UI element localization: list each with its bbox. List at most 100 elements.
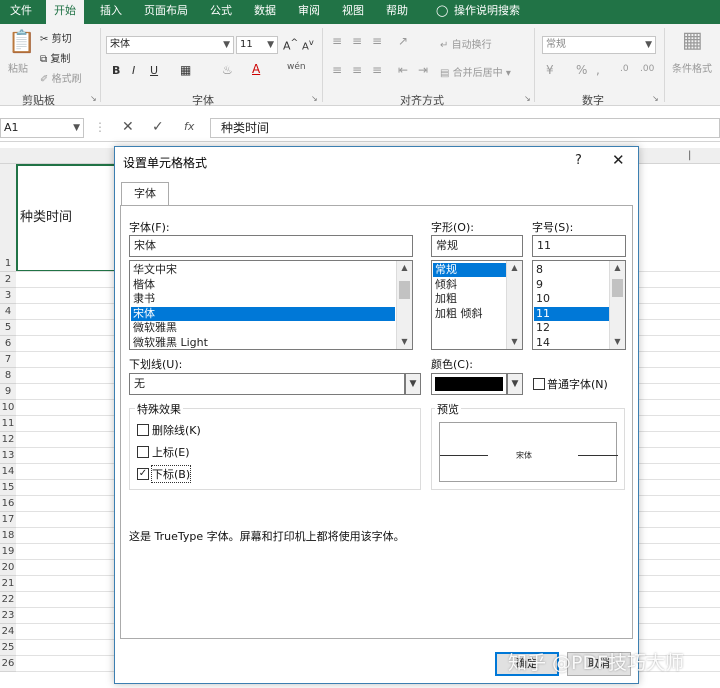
list-item[interactable]: 隶书 <box>131 292 395 306</box>
row-header[interactable]: 9 <box>0 384 16 400</box>
subscript-checkbox[interactable]: ✓ <box>137 468 149 480</box>
row-header[interactable]: 2 <box>0 272 16 288</box>
align-left-icon[interactable]: ≡ <box>332 63 342 77</box>
border-icon[interactable]: ▦ <box>180 63 191 77</box>
cell-a1[interactable]: 种类时间 <box>16 164 116 272</box>
row-header[interactable]: 14 <box>0 464 16 480</box>
comma-icon[interactable]: , <box>596 63 600 77</box>
fill-color-icon[interactable]: ♨ <box>222 63 233 77</box>
paste-button[interactable]: 粘贴 <box>8 60 28 75</box>
indent-increase-icon[interactable]: ⇥ <box>418 63 428 77</box>
percent-icon[interactable]: % <box>576 63 587 77</box>
number-launcher-icon[interactable]: ↘ <box>652 94 659 103</box>
color-select[interactable] <box>431 373 507 395</box>
copy-button[interactable]: ⧉ 复制 <box>40 50 70 65</box>
font-style-list[interactable]: 常规 倾斜 加粗 加粗 倾斜 ▲ ▼ <box>431 260 523 350</box>
font-color-icon[interactable]: A <box>252 62 260 76</box>
formula-input[interactable]: 种类时间 <box>210 118 720 138</box>
insert-function-icon[interactable]: fx <box>184 120 194 133</box>
tab-page-layout[interactable]: 页面布局 <box>136 0 196 24</box>
tab-help[interactable]: 帮助 <box>378 0 416 24</box>
row-header[interactable]: 16 <box>0 496 16 512</box>
name-box[interactable]: A1 ▼ <box>0 118 84 138</box>
tab-font[interactable]: 字体 <box>121 182 169 206</box>
row-header[interactable]: 18 <box>0 528 16 544</box>
scroll-up-icon[interactable]: ▲ <box>507 261 522 275</box>
row-header[interactable]: 15 <box>0 480 16 496</box>
underline-select[interactable]: 无 <box>129 373 405 395</box>
tab-insert[interactable]: 插入 <box>92 0 130 24</box>
font-name-field[interactable]: 宋体 <box>129 235 413 257</box>
list-item[interactable]: 微软雅黑 Light <box>131 336 395 349</box>
list-item[interactable]: 10 <box>534 292 610 306</box>
align-right-icon[interactable]: ≡ <box>372 63 382 77</box>
font-size-list[interactable]: 8 9 10 11 12 14 ▲ ▼ <box>532 260 626 350</box>
list-item[interactable]: 11 <box>534 306 610 321</box>
indent-decrease-icon[interactable]: ⇤ <box>398 63 408 77</box>
tell-me-search[interactable]: 操作说明搜索 <box>446 0 528 24</box>
row-header[interactable]: 3 <box>0 288 16 304</box>
paste-icon[interactable]: 📋 <box>8 30 35 55</box>
align-bottom-icon[interactable]: ≡ <box>372 34 382 48</box>
style-list-scrollbar[interactable]: ▲ ▼ <box>506 261 522 349</box>
list-item[interactable]: 微软雅黑 <box>131 321 395 335</box>
tab-formulas[interactable]: 公式 <box>202 0 240 24</box>
merge-center-button[interactable]: ▤ 合并后居中 ▾ <box>440 64 511 79</box>
cut-button[interactable]: ✂ 剪切 <box>40 30 72 45</box>
tab-home[interactable]: 开始 <box>46 0 84 24</box>
row-header[interactable]: 25 <box>0 640 16 656</box>
row-header[interactable]: 8 <box>0 368 16 384</box>
font-name-combo[interactable]: 宋体 ▼ <box>106 36 234 54</box>
number-format-combo[interactable]: 常规 ▼ <box>542 36 656 54</box>
scroll-down-icon[interactable]: ▼ <box>397 335 412 349</box>
confirm-entry-icon[interactable]: ✓ <box>152 119 164 135</box>
wrap-text-button[interactable]: ↵ 自动换行 <box>440 36 492 51</box>
scroll-thumb[interactable] <box>399 281 410 299</box>
scroll-down-icon[interactable]: ▼ <box>507 335 522 349</box>
row-header[interactable]: 22 <box>0 592 16 608</box>
bold-button[interactable]: B <box>112 64 120 77</box>
phonetic-icon[interactable]: wén <box>287 62 306 72</box>
row-header[interactable]: 20 <box>0 560 16 576</box>
row-header[interactable]: 10 <box>0 400 16 416</box>
row-header[interactable]: 6 <box>0 336 16 352</box>
row-header[interactable]: 13 <box>0 448 16 464</box>
decrease-decimal-icon[interactable]: .00 <box>640 64 654 74</box>
font-size-field[interactable]: 11 <box>532 235 626 257</box>
clipboard-launcher-icon[interactable]: ↘ <box>90 94 97 103</box>
row-header[interactable]: 23 <box>0 608 16 624</box>
chevron-down-icon[interactable]: ▼ <box>405 373 421 395</box>
list-item[interactable]: 加粗 倾斜 <box>433 307 507 321</box>
alignment-launcher-icon[interactable]: ↘ <box>524 94 531 103</box>
list-item[interactable]: 9 <box>534 278 610 292</box>
currency-icon[interactable]: ¥ <box>546 63 554 77</box>
font-list-scrollbar[interactable]: ▲ ▼ <box>396 261 412 349</box>
font-list[interactable]: 华文中宋 楷体 隶书 宋体 微软雅黑 微软雅黑 Light ▲ ▼ <box>129 260 413 350</box>
row-header[interactable]: 1 <box>0 164 16 272</box>
row-header[interactable]: 26 <box>0 656 16 672</box>
scroll-thumb[interactable] <box>612 279 623 297</box>
close-icon[interactable]: ✕ <box>612 151 625 169</box>
list-item[interactable]: 楷体 <box>131 278 395 292</box>
shrink-font-icon[interactable]: Av <box>302 37 314 52</box>
superscript-checkbox[interactable] <box>137 446 149 458</box>
row-header[interactable]: 24 <box>0 624 16 640</box>
align-center-icon[interactable]: ≡ <box>352 63 362 77</box>
row-header[interactable]: 21 <box>0 576 16 592</box>
font-launcher-icon[interactable]: ↘ <box>311 94 318 103</box>
font-style-field[interactable]: 常规 <box>431 235 523 257</box>
row-header[interactable]: 11 <box>0 416 16 432</box>
underline-button[interactable]: U <box>150 64 158 77</box>
list-item[interactable]: 8 <box>534 263 610 277</box>
tab-review[interactable]: 审阅 <box>290 0 328 24</box>
increase-decimal-icon[interactable]: .0 <box>620 64 629 74</box>
list-item[interactable]: 常规 <box>433 263 507 277</box>
row-header[interactable]: 12 <box>0 432 16 448</box>
scroll-up-icon[interactable]: ▲ <box>397 261 412 275</box>
align-middle-icon[interactable]: ≡ <box>352 34 362 48</box>
align-top-icon[interactable]: ≡ <box>332 34 342 48</box>
normal-font-checkbox[interactable] <box>533 378 545 390</box>
strikethrough-checkbox[interactable] <box>137 424 149 436</box>
list-item[interactable]: 宋体 <box>131 306 395 321</box>
help-icon[interactable]: ? <box>575 153 582 168</box>
